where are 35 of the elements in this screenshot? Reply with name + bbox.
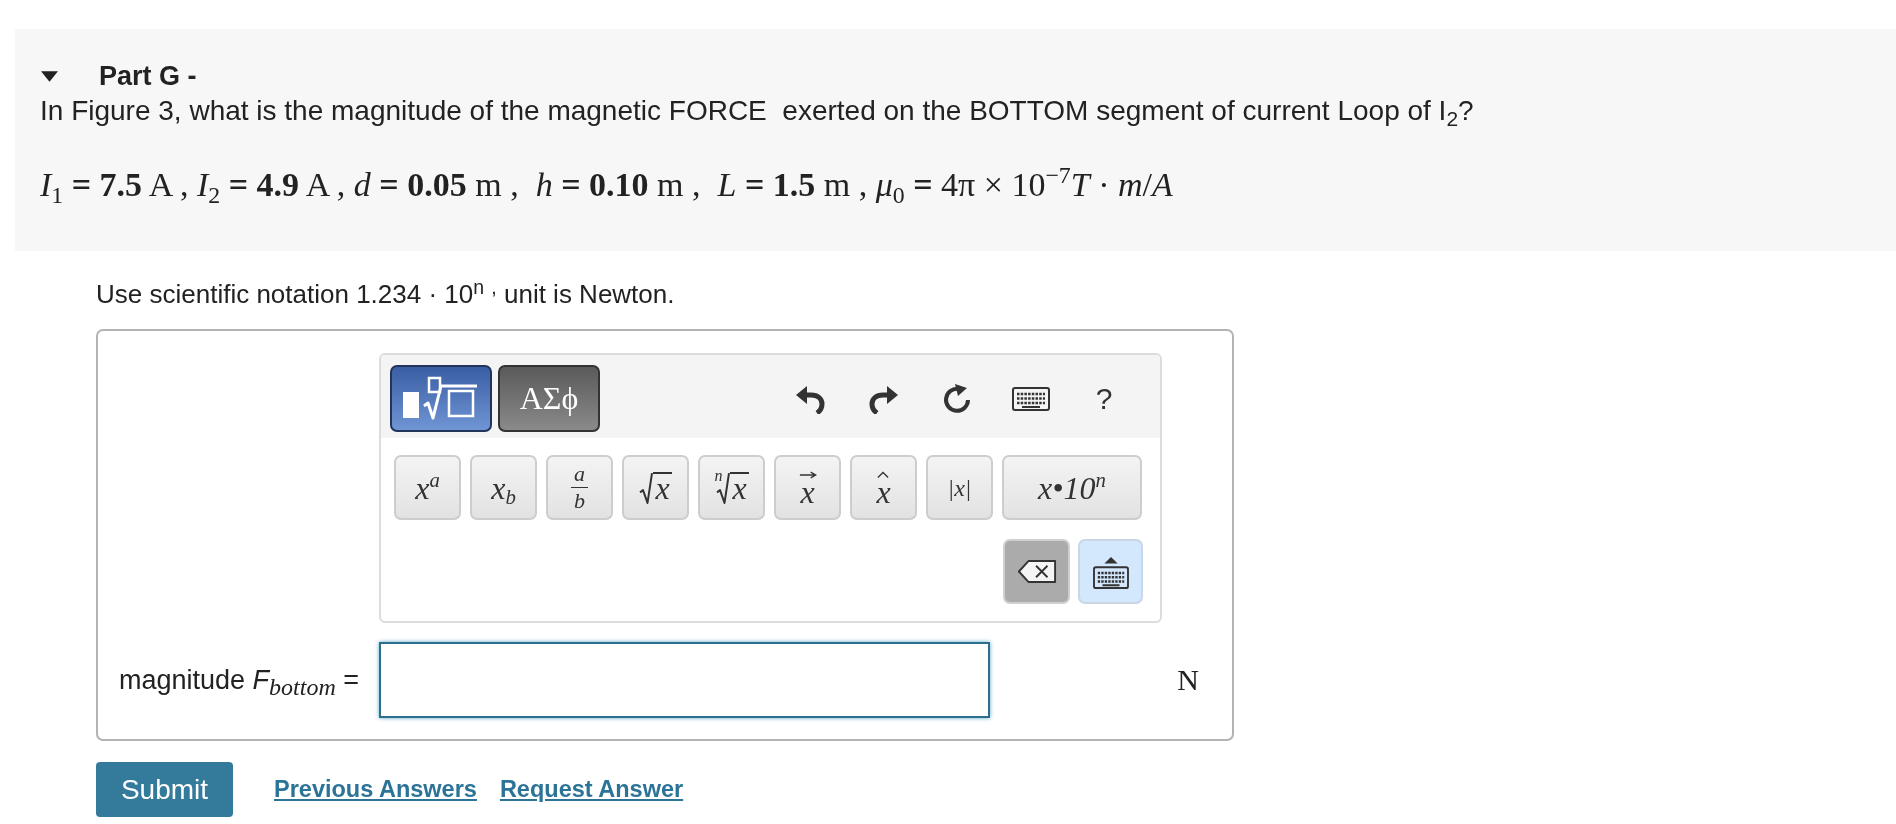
backspace-key[interactable] (1003, 539, 1070, 604)
circular-arrow-icon (942, 383, 972, 414)
submit-button[interactable]: Submit (96, 762, 233, 817)
superscript-key[interactable]: x$^{a}$ (394, 455, 461, 520)
math-templates-tab[interactable] (390, 365, 492, 432)
vector-key[interactable]: x (774, 455, 841, 520)
backspace-icon (1016, 559, 1057, 584)
answer-label: magnitude F$_{bottom}$ = (119, 664, 361, 696)
question-text: In Figure 3, what is the magnitude of the magnetic FORCE exerted on the BOTTOM segment of current Loop of I$_{2}$? (40, 95, 1475, 127)
answer-link[interactable]: Request Answer (499, 776, 684, 803)
instruction-text: Use scientific notation 1.234 · 10$^{n}$ $^{,}$ unit is Newton. (96, 279, 676, 309)
scientific-notation-key[interactable]: x•10$^{n}$ (1002, 455, 1142, 520)
absolute-value-key[interactable]: |x| (926, 455, 993, 520)
help-button[interactable]: ? (1079, 373, 1129, 424)
hat-icon (877, 470, 890, 479)
greek-symbols-tab[interactable]: ΑΣϕ (498, 365, 600, 432)
keyboard-with-up-arrow-icon (1092, 554, 1129, 589)
given-values-formula: I$_{1}$ = 7.5 A , I$_{2}$ = 4.9 A , d = 0.05 m , h = 0.10 m , L = 1.5 m , μ$_{0}$ = 4π × 10$^{−7}$T · m/A (40, 166, 1174, 204)
unit-vector-key[interactable]: x (850, 455, 917, 520)
radical-sign-icon (716, 471, 731, 504)
square-root-key[interactable]: x (622, 455, 689, 520)
caret-down-icon[interactable] (41, 70, 58, 82)
curved-left-arrow-icon (795, 383, 825, 414)
unit-label: N (1177, 663, 1199, 697)
fraction-key[interactable]: a b (546, 455, 613, 520)
keyboard-toggle-button[interactable] (1078, 539, 1143, 604)
answer-input-field[interactable] (379, 642, 990, 718)
radical-sign-icon (639, 471, 654, 504)
curved-right-arrow-icon (868, 383, 899, 414)
keyboard-icon (1011, 386, 1050, 411)
subscript-key[interactable]: x$_{b}$ (470, 455, 537, 520)
part-title: Part G - (99, 62, 197, 90)
answer-link[interactable]: Previous Answers (274, 776, 477, 803)
right-arrow-icon (798, 470, 817, 479)
nth-root-key[interactable]: n x (698, 455, 765, 520)
